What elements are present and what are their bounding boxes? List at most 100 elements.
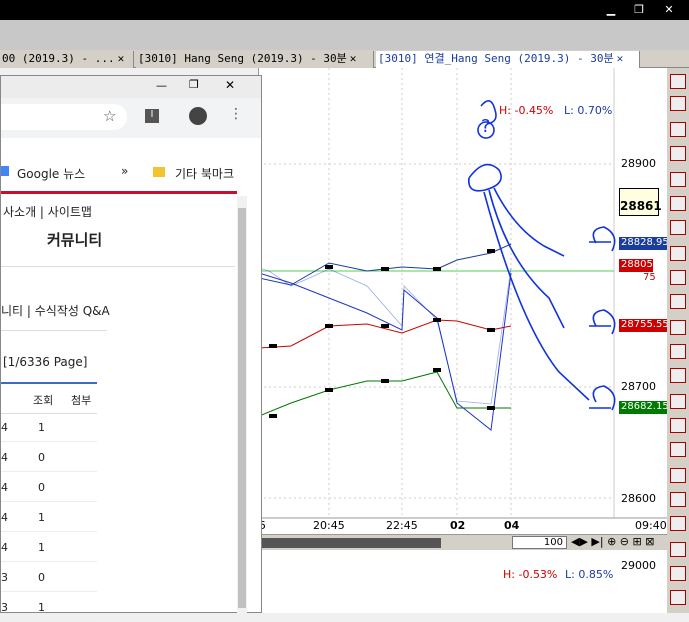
- table-cell: 3: [1, 601, 8, 614]
- tool-button[interactable]: [670, 394, 686, 409]
- table-cell: 4: [1, 451, 8, 464]
- divider: [1, 330, 107, 331]
- browser-titlebar: — ❐ ✕: [1, 76, 261, 98]
- tool-button[interactable]: [670, 590, 686, 605]
- chart2-low-label: L: 0.85%: [565, 568, 614, 581]
- tool-button[interactable]: [670, 344, 686, 359]
- table-cell-views: 1: [38, 601, 45, 614]
- price-chart[interactable]: H: -0.45% L: 0.70% H: -0.53% L: 0.85% ? …: [258, 68, 669, 613]
- y-tick-label: 28700: [621, 380, 656, 393]
- tool-button[interactable]: [670, 172, 686, 187]
- avatar[interactable]: [189, 107, 207, 125]
- tab-chart-1[interactable]: 00 (2019.3) - ... ✕: [0, 51, 134, 68]
- y-tick-label: 28900: [621, 157, 656, 170]
- table-cell-views: 0: [38, 481, 45, 494]
- handwritten-annotation: ?: [481, 116, 491, 137]
- scroll-thumb[interactable]: [261, 538, 441, 548]
- extension-icon[interactable]: I: [145, 109, 159, 123]
- close-icon[interactable]: ✕: [656, 1, 682, 18]
- table-cell-views: 1: [38, 511, 45, 524]
- price-tag-green: 28682.15: [619, 401, 669, 414]
- chart-scrollbar[interactable]: 100 ◀▶ ▶| ⊕ ⊖ ⊞ ⊠: [259, 534, 668, 550]
- folder-icon: [153, 167, 165, 177]
- tab-chart-3[interactable]: [3010] 연결_Hang Seng (2019.3) - 30분 ✕: [376, 51, 640, 68]
- restore-icon[interactable]: ❐: [189, 78, 199, 91]
- chart-tab-strip: 00 (2019.3) - ... ✕ [3010] Hang Seng (201…: [0, 50, 689, 68]
- tool-button[interactable]: [670, 542, 686, 557]
- google-icon: [1, 166, 9, 176]
- minimize-icon[interactable]: —: [156, 79, 167, 92]
- x-tick-label: 20:45: [313, 519, 345, 532]
- chart-low-label: L: 0.70%: [564, 104, 613, 117]
- divider: [1, 413, 97, 414]
- restore-icon[interactable]: ❐: [626, 1, 652, 18]
- bookmark-news[interactable]: Google 뉴스: [17, 165, 85, 182]
- nav-links[interactable]: 사소개 | 사이트맵: [3, 203, 92, 220]
- star-icon[interactable]: ☆: [103, 107, 116, 125]
- price-tag-red-2: 28755.55: [619, 319, 669, 332]
- tool-button[interactable]: [670, 468, 686, 483]
- tool-button[interactable]: [670, 294, 686, 309]
- close-icon[interactable]: ✕: [617, 52, 624, 65]
- tool-button[interactable]: [670, 270, 686, 285]
- table-cell-views: 1: [38, 421, 45, 434]
- tool-button[interactable]: [670, 516, 686, 531]
- tool-button[interactable]: [670, 146, 686, 161]
- chart2-high-label: H: -0.53%: [503, 568, 558, 581]
- tab-chart-2[interactable]: [3010] Hang Seng (2019.3) - 30분 ✕: [136, 51, 374, 68]
- table-cell-views: 1: [38, 541, 45, 554]
- table-cell: 4: [1, 511, 8, 524]
- x-tick-label: 04: [504, 519, 520, 532]
- app-titlebar: ▁ ❐ ✕: [0, 0, 689, 20]
- tool-button[interactable]: [670, 74, 686, 89]
- tool-button[interactable]: [670, 196, 686, 211]
- tool-button[interactable]: [670, 96, 686, 111]
- bookmark-other[interactable]: 기타 북마크: [175, 165, 234, 182]
- x-tick-label: 02: [450, 519, 466, 532]
- table-row-divider: [1, 471, 97, 472]
- tool-button[interactable]: [670, 492, 686, 507]
- sub-links[interactable]: 니티 | 수식작성 Q&A: [1, 302, 110, 319]
- bookmark-overflow[interactable]: »: [121, 164, 128, 178]
- table-cell: 3: [1, 571, 8, 584]
- table-row-divider: [1, 531, 97, 532]
- scroll-arrows-icon[interactable]: ◀▶ ▶| ⊕ ⊖ ⊞ ⊠: [571, 535, 654, 548]
- table-row-divider: [1, 591, 97, 592]
- section-title: 커뮤니티: [47, 231, 103, 249]
- current-price-box: 28861: [619, 188, 662, 216]
- table-cell-views: 0: [38, 451, 45, 464]
- zoom-count-input[interactable]: 100: [512, 536, 567, 549]
- tool-button[interactable]: [670, 442, 686, 457]
- table-cell-views: 0: [38, 571, 45, 584]
- tool-button[interactable]: [670, 220, 686, 235]
- table-row-divider: [1, 501, 97, 502]
- browser-window: — ❐ ✕ ☆ I ⋮ Google 뉴스 » 기타 북마크 사소개 | 사이트…: [0, 75, 262, 622]
- minimize-icon[interactable]: ▁: [598, 1, 624, 18]
- tool-button[interactable]: [670, 368, 686, 383]
- tool-button[interactable]: [670, 246, 686, 261]
- table-cell: 4: [1, 481, 8, 494]
- tool-button[interactable]: [670, 320, 686, 335]
- right-toolbar: [667, 68, 689, 613]
- column-header-attach: 첨부: [71, 394, 92, 407]
- x-tick-label: 09:40: [635, 519, 667, 532]
- divider: [1, 266, 235, 267]
- menu-icon[interactable]: ⋮: [229, 106, 243, 122]
- table-top-border: [1, 382, 97, 384]
- tool-button[interactable]: [670, 566, 686, 581]
- close-icon[interactable]: ✕: [118, 52, 125, 65]
- browser-scrollbar[interactable]: [237, 196, 247, 614]
- tool-button[interactable]: [670, 418, 686, 433]
- column-header-views: 조회: [33, 394, 54, 407]
- price-tag-red: 28805: [619, 259, 653, 272]
- toolbar-area: [0, 20, 689, 50]
- close-icon[interactable]: ✕: [225, 78, 235, 92]
- y-tick-label: 28600: [621, 492, 656, 505]
- bookmarks-bar: Google 뉴스 » 기타 북마크: [1, 138, 261, 194]
- table-row-divider: [1, 561, 97, 562]
- close-icon[interactable]: ✕: [350, 52, 357, 65]
- y-tick-label-2: 29000: [621, 559, 656, 572]
- scroll-thumb[interactable]: [238, 208, 246, 608]
- page-info: [1/6336 Page]: [3, 355, 88, 369]
- tool-button[interactable]: [670, 122, 686, 137]
